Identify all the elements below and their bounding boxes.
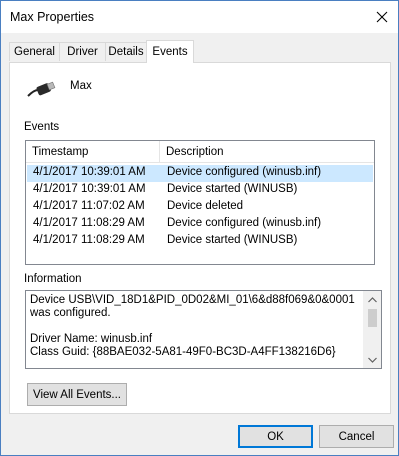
tab-general[interactable]: General xyxy=(9,42,60,61)
column-header-timestamp[interactable]: Timestamp xyxy=(26,141,160,162)
information-scrollbar[interactable] xyxy=(363,291,381,368)
events-list[interactable]: Timestamp Description 4/1/2017 10:39:01 … xyxy=(25,140,375,265)
event-row[interactable]: 4/1/2017 10:39:01 AM Device configured (… xyxy=(27,165,373,182)
events-header: Timestamp Description xyxy=(26,141,374,163)
tab-label: Driver xyxy=(67,46,98,58)
column-header-description[interactable]: Description xyxy=(160,141,374,162)
chevron-up-icon xyxy=(368,296,377,302)
event-row[interactable]: 4/1/2017 11:08:29 AM Device configured (… xyxy=(27,216,373,233)
event-timestamp: 4/1/2017 11:08:29 AM xyxy=(33,217,145,229)
scroll-up-button[interactable] xyxy=(364,291,381,308)
tab-details[interactable]: Details xyxy=(105,42,147,61)
event-row[interactable]: 4/1/2017 11:08:29 AM Device started (WIN… xyxy=(27,233,373,250)
window-title: Max Properties xyxy=(10,10,95,24)
close-icon xyxy=(376,11,388,23)
chevron-down-icon xyxy=(368,357,377,363)
events-label: Events xyxy=(24,121,60,133)
tab-events[interactable]: Events xyxy=(146,40,194,63)
cancel-button[interactable]: Cancel xyxy=(319,425,394,448)
title-bar[interactable]: Max Properties xyxy=(1,1,398,33)
close-button[interactable] xyxy=(366,1,398,33)
ok-button[interactable]: OK xyxy=(238,425,313,448)
event-timestamp: 4/1/2017 11:08:29 AM xyxy=(33,234,145,246)
tab-label: Events xyxy=(152,46,188,58)
scroll-thumb[interactable] xyxy=(368,309,377,327)
usb-cable-icon xyxy=(27,81,56,97)
information-textbox[interactable]: Device USB\VID_18D1&PID_0D02&MI_01\6&d88… xyxy=(25,290,382,369)
view-all-events-button[interactable]: View All Events... xyxy=(27,383,127,406)
tab-label: General xyxy=(14,46,55,58)
properties-window: Max Properties General Driver Details Ev… xyxy=(0,0,399,456)
device-name: Max xyxy=(70,80,92,92)
event-description: Device started (WINUSB) xyxy=(167,183,298,195)
tab-driver[interactable]: Driver xyxy=(59,42,106,61)
events-panel: Max Events Timestamp Description 4/1/201… xyxy=(9,62,391,414)
information-text[interactable]: Device USB\VID_18D1&PID_0D02&MI_01\6&d88… xyxy=(30,294,360,359)
event-timestamp: 4/1/2017 10:39:01 AM xyxy=(33,183,146,195)
tab-label: Details xyxy=(108,46,144,58)
event-description: Device configured (winusb.inf) xyxy=(167,166,322,178)
event-description: Device configured (winusb.inf) xyxy=(167,217,322,229)
event-row[interactable]: 4/1/2017 11:07:02 AM Device deleted xyxy=(27,199,373,216)
scroll-down-button[interactable] xyxy=(364,351,381,368)
event-timestamp: 4/1/2017 10:39:01 AM xyxy=(33,166,146,178)
event-row[interactable]: 4/1/2017 10:39:01 AM Device started (WIN… xyxy=(27,182,373,199)
information-label: Information xyxy=(24,273,82,285)
event-description: Device started (WINUSB) xyxy=(167,234,298,246)
event-description: Device deleted xyxy=(167,200,244,212)
event-timestamp: 4/1/2017 11:07:02 AM xyxy=(33,200,145,212)
